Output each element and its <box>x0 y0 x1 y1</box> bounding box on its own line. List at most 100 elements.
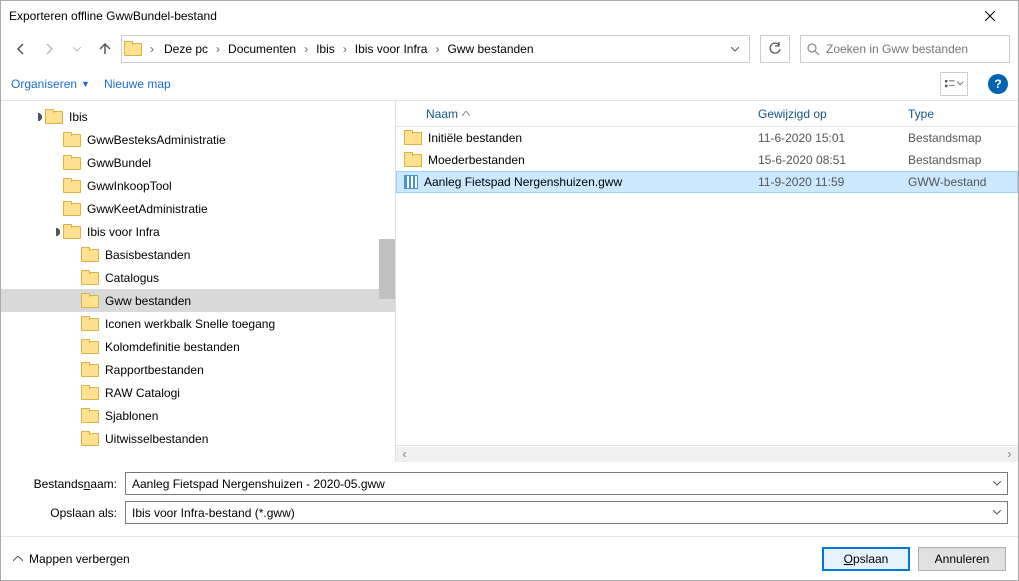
view-options[interactable] <box>940 72 968 96</box>
folder-icon <box>63 201 81 217</box>
file-name: Moederbestanden <box>428 153 758 167</box>
column-headers[interactable]: Naam Gewijzigd op Type <box>396 101 1018 127</box>
saveas-dropdown[interactable] <box>993 510 1001 515</box>
address-dropdown[interactable] <box>723 37 747 61</box>
file-type: Bestandsmap <box>908 153 1018 167</box>
tree-item[interactable]: Ibis voor Infra <box>1 220 395 243</box>
tree-item[interactable]: Catalogus <box>1 266 395 289</box>
file-list[interactable]: Initiële bestanden11-6-2020 15:01Bestand… <box>396 127 1018 445</box>
save-button[interactable]: Opslaan <box>822 547 910 571</box>
saveas-label: Opslaan als: <box>11 506 125 520</box>
scroll-left[interactable]: ‹ <box>396 447 413 462</box>
file-row[interactable]: Initiële bestanden11-6-2020 15:01Bestand… <box>396 127 1018 149</box>
tree-item[interactable]: Gww bestanden <box>1 289 395 312</box>
tree-item-label: Rapportbestanden <box>105 363 204 377</box>
hide-folders-label: Mappen verbergen <box>29 552 130 566</box>
folder-icon <box>81 293 99 309</box>
folder-icon <box>81 270 99 286</box>
search-input[interactable] <box>826 42 1003 56</box>
tree-item[interactable]: Kolomdefinitie bestanden <box>1 335 395 358</box>
up-button[interactable] <box>93 37 117 61</box>
tree-item[interactable]: Iconen werkbalk Snelle toegang <box>1 312 395 335</box>
tree-item[interactable]: RAW Catalogi <box>1 381 395 404</box>
breadcrumb-item[interactable]: Deze pc <box>160 40 212 58</box>
search-box[interactable] <box>800 35 1010 63</box>
toolbar: Organiseren ▼ Nieuwe map ? <box>1 67 1018 101</box>
file-type: Bestandsmap <box>908 131 1018 145</box>
organize-label: Organiseren <box>11 77 77 91</box>
scrollbar-thumb[interactable] <box>379 239 395 299</box>
folder-icon <box>81 362 99 378</box>
file-name: Aanleg Fietspad Nergenshuizen.gww <box>424 175 758 189</box>
tree-item[interactable]: Ibis <box>1 105 395 128</box>
folder-tree[interactable]: Ibis GwwBesteksAdministratie GwwBundel GwwI… <box>1 101 396 462</box>
sort-asc-icon <box>462 111 470 116</box>
column-modified[interactable]: Gewijzigd op <box>758 107 908 121</box>
organize-menu[interactable]: Organiseren ▼ <box>11 77 90 91</box>
tree-item[interactable]: GwwKeetAdministratie <box>1 197 395 220</box>
filename-dropdown[interactable] <box>993 481 1001 486</box>
breadcrumb-item[interactable]: Documenten <box>224 40 300 58</box>
title-bar: Exporteren offline GwwBundel-bestand <box>1 1 1018 31</box>
tree-item-label: Ibis <box>69 110 88 124</box>
close-button[interactable] <box>970 2 1010 30</box>
scroll-right[interactable]: › <box>1001 447 1018 462</box>
filename-input-wrap <box>125 472 1008 495</box>
breadcrumb-item[interactable]: Ibis <box>312 40 339 58</box>
tree-item-label: Uitwisselbestanden <box>105 432 208 446</box>
tree-item-label: RAW Catalogi <box>105 386 180 400</box>
tree-item-label: GwwBundel <box>87 156 151 170</box>
address-bar[interactable]: › Deze pc›Documenten›Ibis›Ibis voor Infr… <box>121 35 750 63</box>
chevron-down-icon[interactable] <box>31 113 45 121</box>
folder-icon <box>404 152 422 168</box>
folder-icon <box>63 132 81 148</box>
tree-item[interactable]: GwwBundel <box>1 151 395 174</box>
saveas-select[interactable] <box>132 506 993 520</box>
tree-item[interactable]: GwwBesteksAdministratie <box>1 128 395 151</box>
folder-icon <box>404 130 422 146</box>
back-button[interactable] <box>9 37 33 61</box>
cancel-button[interactable]: Annuleren <box>918 547 1006 571</box>
tree-item-label: GwwInkoopTool <box>87 179 172 193</box>
help-button[interactable]: ? <box>988 74 1008 94</box>
chevron-right-icon: › <box>339 42 351 56</box>
tree-item-label: Iconen werkbalk Snelle toegang <box>105 317 275 331</box>
file-list-pane: Naam Gewijzigd op Type Initiële bestande… <box>396 101 1018 462</box>
file-row[interactable]: Aanleg Fietspad Nergenshuizen.gww11-9-20… <box>396 171 1018 193</box>
folder-icon <box>63 155 81 171</box>
tree-item[interactable]: Uitwisselbestanden <box>1 427 395 450</box>
folder-icon <box>63 178 81 194</box>
tree-item[interactable]: Sjablonen <box>1 404 395 427</box>
tree-item-label: Basisbestanden <box>105 248 190 262</box>
breadcrumb-item[interactable]: Gww bestanden <box>443 40 537 58</box>
folder-icon <box>81 339 99 355</box>
folder-icon <box>81 385 99 401</box>
recent-dropdown[interactable] <box>65 37 89 61</box>
hide-folders-toggle[interactable]: Mappen verbergen <box>13 552 130 566</box>
folder-icon <box>81 408 99 424</box>
tree-item[interactable]: Basisbestanden <box>1 243 395 266</box>
file-row[interactable]: Moederbestanden15-6-2020 08:51Bestandsma… <box>396 149 1018 171</box>
file-type: GWW-bestand <box>908 175 1018 189</box>
forward-button[interactable] <box>37 37 61 61</box>
tree-item[interactable]: Rapportbestanden <box>1 358 395 381</box>
new-folder-button[interactable]: Nieuwe map <box>104 77 171 91</box>
horizontal-scrollbar[interactable]: ‹ › <box>396 445 1018 462</box>
breadcrumb-item[interactable]: Ibis voor Infra <box>351 40 432 58</box>
column-type[interactable]: Type <box>908 107 1018 121</box>
chevron-down-icon[interactable] <box>49 228 63 236</box>
main-area: Ibis GwwBesteksAdministratie GwwBundel GwwI… <box>1 101 1018 462</box>
folder-icon <box>81 431 99 447</box>
refresh-button[interactable] <box>760 35 790 63</box>
folder-icon <box>63 224 81 240</box>
tree-item[interactable]: GwwInkoopTool <box>1 174 395 197</box>
chevron-right-icon: › <box>146 42 158 56</box>
folder-icon <box>81 316 99 332</box>
scroll-track[interactable] <box>413 447 1001 462</box>
tree-item-label: Catalogus <box>105 271 159 285</box>
filename-input[interactable] <box>132 477 993 491</box>
tree-item-label: GwwBesteksAdministratie <box>87 133 226 147</box>
column-name[interactable]: Naam <box>396 107 758 121</box>
nav-row: › Deze pc›Documenten›Ibis›Ibis voor Infr… <box>1 31 1018 67</box>
folder-icon <box>45 109 63 125</box>
